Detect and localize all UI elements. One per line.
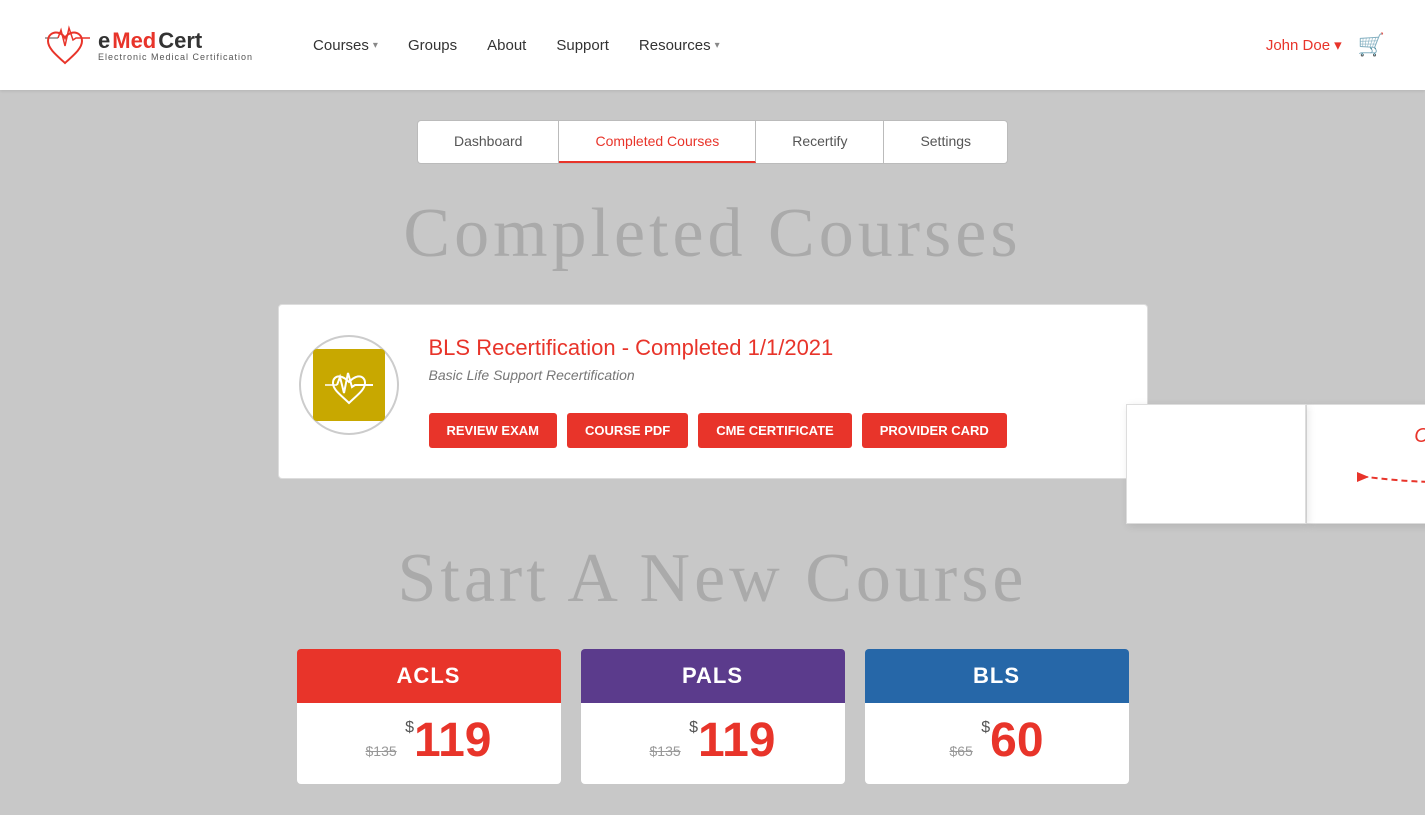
logo-icon	[40, 18, 90, 73]
pals-tile[interactable]: PALS $135 $119	[581, 649, 845, 784]
course-card-wrapper: BLS Recertification - Completed 1/1/2021…	[278, 304, 1148, 479]
bls-old-price: $65	[949, 743, 972, 759]
resources-arrow-icon: ▾	[715, 40, 720, 51]
bls-pricing: $65 $60	[881, 713, 1113, 768]
callout-left-box	[1126, 404, 1306, 524]
acls-header: ACLS	[297, 649, 561, 703]
course-title: BLS Recertification - Completed 1/1/2021	[429, 335, 1117, 361]
logo-cert-text: Cert	[158, 28, 202, 54]
nav-about[interactable]: About	[487, 37, 526, 54]
acls-price: $119	[405, 731, 491, 762]
course-logo-inner	[313, 349, 385, 421]
nav-support[interactable]: Support	[556, 37, 609, 54]
page-title: Completed Courses	[0, 194, 1425, 274]
dashed-arrow-icon	[1347, 462, 1425, 492]
provider-card-button[interactable]: PROVIDER CARD	[862, 413, 1007, 448]
tabs-container: Dashboard Completed Courses Recertify Se…	[0, 120, 1425, 164]
nav-courses[interactable]: Courses ▾	[313, 37, 378, 54]
course-card: BLS Recertification - Completed 1/1/2021…	[278, 304, 1148, 479]
course-subtitle: Basic Life Support Recertification	[429, 367, 1117, 383]
course-tiles-row: ACLS $135 $119 PALS $135 $119 BLS	[0, 649, 1425, 804]
bls-body: $65 $60	[865, 703, 1129, 784]
main-nav: Courses ▾ Groups About Support Resources…	[313, 37, 1266, 54]
nav-groups[interactable]: Groups	[408, 37, 457, 54]
acls-old-price: $135	[366, 743, 397, 759]
new-course-title: Start A New Course	[0, 539, 1425, 619]
bls-tile[interactable]: BLS $65 $60	[865, 649, 1129, 784]
course-info: BLS Recertification - Completed 1/1/2021…	[429, 335, 1117, 448]
bls-price: $60	[981, 731, 1043, 762]
pals-price: $119	[689, 731, 775, 762]
logo-med-text: Med	[112, 28, 156, 54]
pals-old-price: $135	[650, 743, 681, 759]
acls-tile[interactable]: ACLS $135 $119	[297, 649, 561, 784]
cme-certificate-button[interactable]: CME CERTIFICATE	[698, 413, 851, 448]
cart-icon[interactable]: 🛒	[1358, 32, 1385, 58]
header: e Med Cert Electronic Medical Certificat…	[0, 0, 1425, 90]
user-area: John Doe ▾ 🛒	[1266, 32, 1385, 58]
acls-body: $135 $119	[297, 703, 561, 784]
user-arrow-icon: ▾	[1334, 36, 1342, 54]
user-menu[interactable]: John Doe ▾	[1266, 36, 1342, 54]
arrow-dashed	[1347, 462, 1425, 492]
course-buttons: REVIEW EXAM COURSE PDF CME CERTIFICATE P…	[429, 413, 1117, 448]
course-section: BLS Recertification - Completed 1/1/2021…	[0, 304, 1425, 479]
logo-e-text: e	[98, 28, 110, 54]
course-logo	[299, 335, 399, 435]
tab-completed-courses[interactable]: Completed Courses	[559, 121, 756, 163]
click-here-text: Click Here	[1347, 425, 1425, 448]
course-pdf-button[interactable]: COURSE PDF	[567, 413, 688, 448]
callout-popup: Click Here	[1126, 404, 1425, 524]
logo-subtitle: Electronic Medical Certification	[98, 52, 253, 62]
tab-settings[interactable]: Settings	[884, 121, 1007, 163]
pals-body: $135 $119	[581, 703, 845, 784]
tab-dashboard[interactable]: Dashboard	[418, 121, 560, 163]
logo[interactable]: e Med Cert Electronic Medical Certificat…	[40, 18, 253, 73]
acls-pricing: $135 $119	[313, 713, 545, 768]
nav-resources[interactable]: Resources ▾	[639, 37, 720, 54]
bls-logo-icon	[323, 365, 375, 405]
courses-arrow-icon: ▾	[373, 40, 378, 51]
review-exam-button[interactable]: REVIEW EXAM	[429, 413, 557, 448]
tabs: Dashboard Completed Courses Recertify Se…	[417, 120, 1008, 164]
pals-header: PALS	[581, 649, 845, 703]
pals-pricing: $135 $119	[597, 713, 829, 768]
tab-recertify[interactable]: Recertify	[756, 121, 884, 163]
callout-right-box: Click Here	[1306, 404, 1425, 524]
bls-header: BLS	[865, 649, 1129, 703]
